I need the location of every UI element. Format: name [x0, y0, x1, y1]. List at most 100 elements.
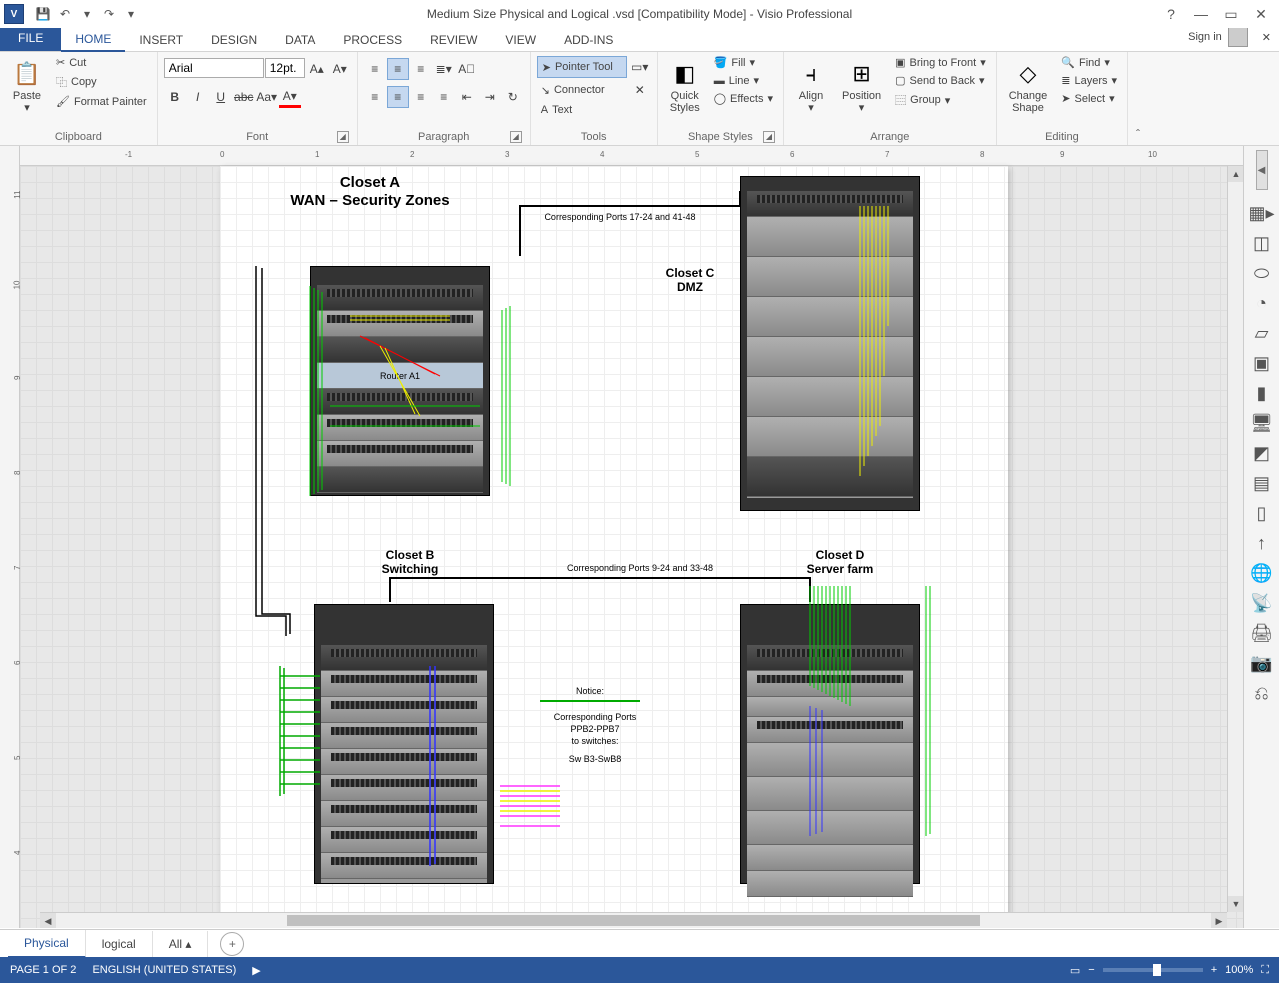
vertical-scrollbar[interactable]: ▲ ▼ — [1227, 166, 1243, 912]
save-button[interactable]: 💾 — [32, 3, 54, 25]
select-button[interactable]: ➤Select ▾ — [1057, 90, 1121, 107]
group-button[interactable]: ⿳Group ▾ — [891, 90, 990, 110]
undo-button[interactable]: ↶ — [54, 3, 76, 25]
collapse-ribbon-button[interactable]: ˆ — [1128, 52, 1148, 145]
justify-button[interactable]: ≡ — [433, 86, 455, 108]
delete-tool-button[interactable]: ✕ — [629, 79, 651, 101]
help-button[interactable]: ? — [1157, 3, 1185, 25]
align-right-button[interactable]: ≡ — [410, 86, 432, 108]
rack-closet-d[interactable] — [740, 604, 920, 884]
page-tab-physical[interactable]: Physical — [8, 930, 86, 958]
tab-addins[interactable]: ADD-INS — [550, 29, 627, 51]
canvas-background[interactable]: Closet A WAN – Security Zones Closet C D… — [20, 166, 1243, 928]
bring-to-front-button[interactable]: ▣Bring to Front ▾ — [891, 54, 990, 71]
close-button[interactable]: ✕ — [1247, 3, 1275, 25]
quick-styles-button[interactable]: ◧ Quick Styles — [664, 54, 706, 118]
rack-closet-c[interactable] — [740, 176, 920, 511]
font-color-button[interactable]: A▾ — [279, 86, 301, 108]
shape-camera-icon[interactable]: 📷 — [1249, 650, 1275, 676]
zoom-out-button[interactable]: − — [1088, 964, 1094, 976]
cut-button[interactable]: ✂Cut — [52, 54, 151, 71]
find-button[interactable]: 🔍Find ▾ — [1057, 54, 1121, 71]
shape-disk-icon[interactable]: ◔ — [1249, 290, 1275, 316]
case-button[interactable]: Aa▾ — [256, 86, 278, 108]
add-page-button[interactable]: + — [220, 932, 244, 956]
shape-pc-icon[interactable]: 🖥 — [1249, 410, 1275, 436]
bold-button[interactable]: B — [164, 86, 186, 108]
tab-insert[interactable]: INSERT — [125, 29, 197, 51]
view-presentation-button[interactable]: ▭ — [1070, 964, 1080, 977]
strike-button[interactable]: abc — [233, 86, 255, 108]
tab-review[interactable]: REVIEW — [416, 29, 491, 51]
shape-device-icon[interactable]: ▤ — [1249, 470, 1275, 496]
horizontal-scrollbar[interactable]: ◀ ▶ — [40, 912, 1227, 928]
tab-process[interactable]: PROCESS — [329, 29, 416, 51]
italic-button[interactable]: I — [187, 86, 209, 108]
scroll-down-button[interactable]: ▼ — [1228, 896, 1243, 912]
align-middle-button[interactable]: ≡ — [387, 58, 409, 80]
font-dialog-launcher[interactable]: ◢ — [337, 131, 349, 143]
shape-printer-icon[interactable]: 🖨 — [1249, 620, 1275, 646]
rack-closet-b[interactable] — [314, 604, 494, 884]
shape-satellite-icon[interactable]: 📡 — [1249, 590, 1275, 616]
scroll-left-button[interactable]: ◀ — [40, 913, 56, 928]
connector-tool-button[interactable]: ↘Connector — [537, 79, 627, 101]
shapes-expand-handle[interactable]: ◀ — [1256, 150, 1268, 190]
font-size-input[interactable] — [265, 58, 305, 78]
clear-format-button[interactable]: A⃠ — [456, 58, 478, 80]
rack-closet-a[interactable]: Router A1 — [310, 266, 490, 496]
align-center-button[interactable]: ≡ — [387, 86, 409, 108]
shape-server-icon[interactable]: ◫ — [1249, 230, 1275, 256]
shape-card-icon[interactable]: ▱ — [1249, 320, 1275, 346]
tab-design[interactable]: DESIGN — [197, 29, 271, 51]
tab-view[interactable]: VIEW — [491, 29, 550, 51]
rotate-text-button[interactable]: ↻ — [502, 86, 524, 108]
layers-button[interactable]: ≣Layers ▾ — [1057, 72, 1121, 89]
paragraph-dialog-launcher[interactable]: ◢ — [510, 131, 522, 143]
align-button[interactable]: ⫞Align▾ — [790, 54, 832, 118]
scroll-right-button[interactable]: ▶ — [1211, 913, 1227, 928]
status-macro-icon[interactable]: ▶ — [252, 964, 260, 977]
indent-inc-button[interactable]: ⇥ — [479, 86, 501, 108]
shape-cube-icon[interactable]: ◩ — [1249, 440, 1275, 466]
shape-globe-icon[interactable]: 🌐 — [1249, 560, 1275, 586]
shrink-font-button[interactable]: A▾ — [329, 58, 351, 80]
tab-file[interactable]: FILE — [0, 25, 61, 51]
qat-customize[interactable]: ▾ — [120, 3, 142, 25]
align-left-button[interactable]: ≡ — [364, 86, 386, 108]
indent-dec-button[interactable]: ⇤ — [456, 86, 478, 108]
align-top-button[interactable]: ≡ — [364, 58, 386, 80]
status-language[interactable]: ENGLISH (UNITED STATES) — [92, 964, 236, 976]
fit-page-button[interactable]: ⛶ — [1261, 964, 1269, 977]
redo-button[interactable]: ↷ — [98, 3, 120, 25]
underline-button[interactable]: U — [210, 86, 232, 108]
drawing-page[interactable]: Closet A WAN – Security Zones Closet C D… — [220, 166, 1008, 928]
shape-styles-dialog-launcher[interactable]: ◢ — [763, 131, 775, 143]
zoom-in-button[interactable]: + — [1211, 964, 1217, 976]
shape-box-icon[interactable]: ▣ — [1249, 350, 1275, 376]
shape-tower-icon[interactable]: ▮ — [1249, 380, 1275, 406]
page-tab-logical[interactable]: logical — [86, 931, 153, 957]
minimize-button[interactable]: — — [1187, 3, 1215, 25]
zoom-level[interactable]: 100% — [1225, 964, 1253, 976]
zoom-slider[interactable] — [1103, 968, 1203, 972]
page-tab-all[interactable]: All ▴ — [153, 931, 209, 957]
effects-button[interactable]: ◯Effects ▾ — [710, 90, 777, 107]
change-shape-button[interactable]: ◇Change Shape — [1003, 54, 1054, 118]
shape-network-icon[interactable]: ⎌ — [1249, 680, 1275, 706]
zoom-thumb[interactable] — [1153, 964, 1161, 976]
text-tool-button[interactable]: AText — [537, 102, 577, 118]
copy-button[interactable]: ⿻Copy — [52, 72, 151, 92]
doc-close-button[interactable]: ✕ — [1262, 31, 1271, 44]
scroll-up-button[interactable]: ▲ — [1228, 166, 1243, 182]
bullets-button[interactable]: ≣▾ — [433, 58, 455, 80]
shape-arrow-icon[interactable]: ↑ — [1249, 530, 1275, 556]
grow-font-button[interactable]: A▴ — [306, 58, 328, 80]
pointer-tool-button[interactable]: ➤Pointer Tool — [537, 56, 627, 78]
shape-rack-icon[interactable]: ▯ — [1249, 500, 1275, 526]
tab-data[interactable]: DATA — [271, 29, 329, 51]
shape-quick-icon[interactable]: ▦▸ — [1249, 200, 1275, 226]
paste-button[interactable]: 📋 Paste▾ — [6, 54, 48, 118]
shape-cylinder-icon[interactable]: ⬭ — [1249, 260, 1275, 286]
undo-dropdown[interactable]: ▾ — [76, 3, 98, 25]
